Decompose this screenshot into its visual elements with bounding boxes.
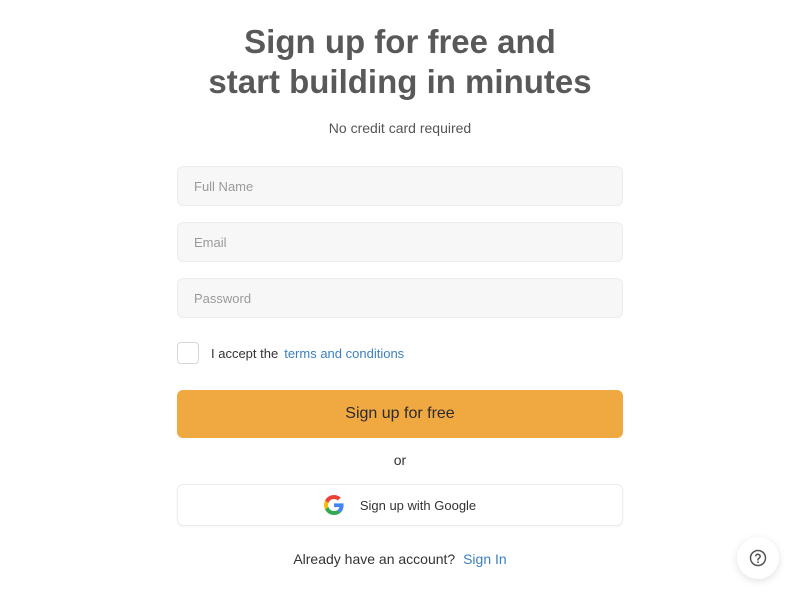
terms-prefix: I accept the (211, 345, 279, 361)
signup-page: Sign up for free and start building in m… (0, 0, 800, 600)
signin-row: Already have an account? Sign In (0, 551, 800, 567)
password-input[interactable] (177, 278, 623, 318)
terms-checkbox[interactable] (177, 342, 199, 364)
page-title-line1: Sign up for free and (244, 23, 556, 60)
page-title-line2: start building in minutes (208, 63, 592, 100)
google-logo-icon (323, 495, 344, 515)
help-circle-icon (749, 549, 767, 567)
terms-row: I accept the terms and conditions (177, 341, 404, 365)
google-signup-label: Sign up with Google (359, 497, 477, 513)
email-input[interactable] (177, 222, 623, 262)
terms-link[interactable]: terms and conditions (284, 346, 404, 361)
signin-question: Already have an account? (293, 551, 456, 567)
full-name-input[interactable] (177, 166, 623, 206)
help-button[interactable] (737, 537, 779, 579)
signup-button[interactable]: Sign up for free (177, 390, 623, 438)
or-divider: or (393, 452, 407, 468)
signin-link[interactable]: Sign In (463, 551, 507, 567)
google-signup-button[interactable]: Sign up with Google (177, 484, 623, 526)
page-subtitle: No credit card required (328, 120, 472, 136)
page-title: Sign up for free and start building in m… (0, 22, 800, 102)
